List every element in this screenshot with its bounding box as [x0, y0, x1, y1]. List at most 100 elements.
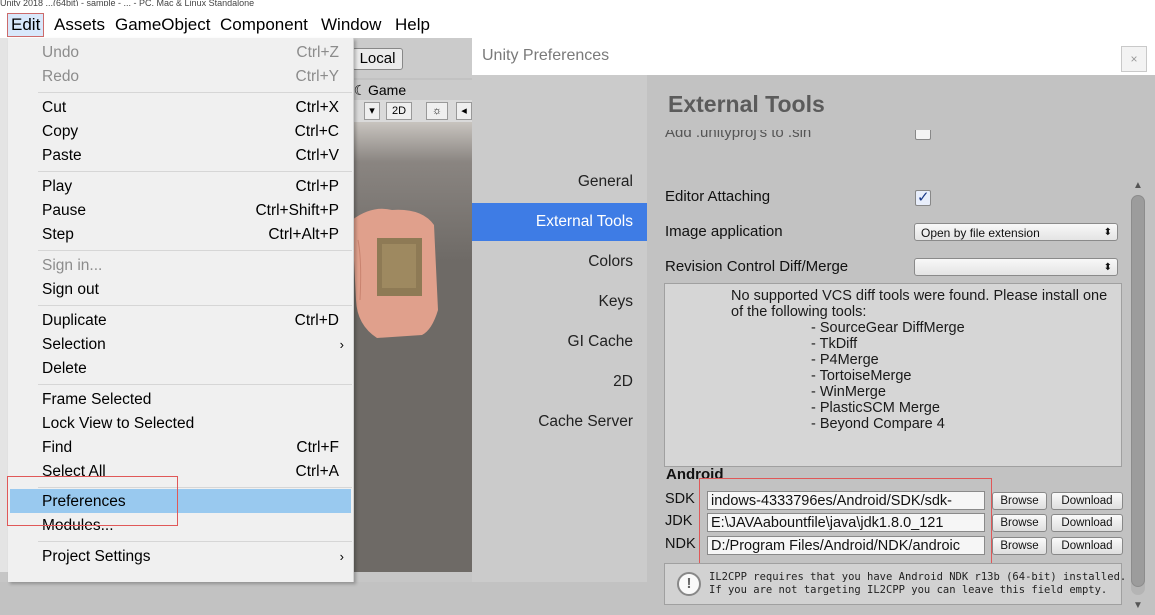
menu-item-sign-in[interactable]: Sign in...	[42, 254, 344, 278]
image-application-value: Open by file extension	[921, 226, 1040, 240]
image-application-label: Image application	[665, 223, 783, 240]
menu-separator	[38, 171, 352, 172]
image-application-dropdown[interactable]: Open by file extension ⬍	[914, 223, 1118, 241]
2d-toggle[interactable]: 2D	[386, 102, 412, 120]
character-model	[352, 208, 438, 338]
local-toggle[interactable]: Local	[352, 48, 403, 70]
undo-label: Undo	[42, 44, 80, 61]
menu-item-modules[interactable]: Modules...	[42, 514, 344, 538]
edit-menu: Undo Ctrl+Z Redo Ctrl+Y Cut Ctrl+X Copy Ctrl…	[7, 38, 354, 582]
menu-component[interactable]: Component	[220, 14, 308, 36]
play-label: Play	[42, 178, 73, 195]
jdk-browse-button[interactable]: Browse	[992, 514, 1047, 532]
vcs-tool-item: - TkDiff	[811, 336, 858, 352]
il2cpp-line-1: IL2CPP requires that you have Android ND…	[709, 571, 1127, 583]
ndk-path-field[interactable]: D:/Program Files/Android/NDK/androic	[707, 536, 985, 555]
sdk-browse-button[interactable]: Browse	[992, 492, 1047, 510]
scene-viewport[interactable]	[352, 122, 472, 582]
menu-gameobject[interactable]: GameObject	[115, 14, 210, 36]
nav-colors[interactable]: Colors	[472, 243, 647, 281]
menu-assets[interactable]: Assets	[54, 14, 105, 36]
close-icon[interactable]: ×	[1121, 46, 1147, 72]
audio-icon[interactable]: ◂	[456, 102, 472, 120]
nav-keys-label: Keys	[598, 293, 633, 310]
preferences-window: Unity Preferences × General External Too…	[472, 38, 1155, 611]
editor-attaching-checkbox[interactable]: ✓	[915, 189, 931, 206]
scroll-up-icon[interactable]: ▲	[1131, 179, 1145, 193]
nav-gi-cache[interactable]: GI Cache	[472, 323, 647, 361]
select-all-shortcut: Ctrl+A	[295, 463, 340, 480]
menu-item-play[interactable]: Play Ctrl+P	[42, 175, 344, 199]
nav-cache-server[interactable]: Cache Server	[472, 403, 647, 441]
ndk-browse-button[interactable]: Browse	[992, 537, 1047, 555]
sdk-download-button[interactable]: Download	[1051, 492, 1123, 510]
menu-item-delete[interactable]: Delete	[42, 357, 344, 381]
sdk-label: SDK	[665, 491, 695, 507]
game-icon: ☾	[353, 82, 367, 98]
menu-edit[interactable]: Edit	[7, 13, 45, 37]
checkmark-icon: ✓	[917, 189, 930, 206]
nav-general-label: General	[577, 173, 633, 190]
cut-label: Cut	[42, 99, 67, 116]
menu-item-step[interactable]: Step Ctrl+Alt+P	[42, 223, 344, 247]
menu-item-find[interactable]: Find Ctrl+F	[42, 436, 344, 460]
undo-shortcut: Ctrl+Z	[296, 44, 339, 61]
nav-keys[interactable]: Keys	[472, 283, 647, 321]
menu-item-paste[interactable]: Paste Ctrl+V	[42, 144, 344, 168]
nav-2d[interactable]: 2D	[472, 363, 647, 401]
menu-item-undo[interactable]: Undo Ctrl+Z	[42, 41, 344, 65]
redo-label: Redo	[42, 68, 80, 85]
ndk-download-button[interactable]: Download	[1051, 537, 1123, 555]
menu-item-cut[interactable]: Cut Ctrl+X	[42, 96, 344, 120]
add-unityproj-checkbox[interactable]	[915, 130, 931, 140]
menu-separator	[38, 250, 352, 251]
pause-shortcut: Ctrl+Shift+P	[255, 202, 339, 219]
paste-shortcut: Ctrl+V	[295, 147, 340, 164]
redo-shortcut: Ctrl+Y	[295, 68, 340, 85]
paste-label: Paste	[42, 147, 82, 164]
nav-gi-cache-label: GI Cache	[567, 333, 633, 350]
copy-label: Copy	[42, 123, 79, 140]
menu-item-sign-out[interactable]: Sign out	[42, 278, 344, 302]
jdk-path-field[interactable]: E:\JAVAabountfile\java\jdk1.8.0_121	[707, 513, 985, 532]
nav-external-tools[interactable]: External Tools	[472, 203, 647, 241]
external-tools-panel: External Tools Add .unityproj's to .sln …	[647, 75, 1155, 611]
jdk-download-button[interactable]: Download	[1051, 514, 1123, 532]
menu-item-project-settings[interactable]: Project Settings ›	[42, 545, 344, 569]
nav-cache-server-label: Cache Server	[538, 413, 633, 430]
scroll-down-icon[interactable]: ▼	[1131, 599, 1145, 613]
vcs-tool-item: - PlasticSCM Merge	[811, 400, 940, 416]
menu-item-duplicate[interactable]: Duplicate Ctrl+D	[42, 309, 344, 333]
menu-item-select-all[interactable]: Select All Ctrl+A	[42, 460, 344, 484]
nav-general[interactable]: General	[472, 163, 647, 201]
menubar: Unity 2018 ...(64bit) - sample - ... - P…	[0, 0, 1155, 38]
menu-item-frame-selected[interactable]: Frame Selected	[42, 388, 344, 412]
revision-control-dropdown[interactable]: ⬍	[914, 258, 1118, 276]
menu-item-preferences[interactable]: Preferences	[42, 490, 344, 514]
il2cpp-help-box: ! IL2CPP requires that you have Android …	[664, 563, 1126, 605]
scrollbar-thumb[interactable]	[1131, 195, 1145, 587]
menu-item-selection[interactable]: Selection ›	[42, 333, 344, 357]
editor-attaching-label: Editor Attaching	[665, 188, 771, 205]
sdk-path-field[interactable]: indows-4333796es/Android/SDK/sdk-	[707, 491, 985, 510]
dropdown-arrow-icon[interactable]: ▾	[364, 102, 380, 120]
vertical-scrollbar[interactable]: ▲ ▼	[1127, 175, 1149, 615]
menu-help[interactable]: Help	[395, 14, 430, 36]
menu-item-copy[interactable]: Copy Ctrl+C	[42, 120, 344, 144]
light-icon[interactable]: ☼	[426, 102, 448, 120]
tab-game[interactable]: ☾ Game	[352, 80, 472, 100]
menu-item-lock-view[interactable]: Lock View to Selected	[42, 412, 344, 436]
menu-separator	[38, 541, 352, 542]
menu-item-pause[interactable]: Pause Ctrl+Shift+P	[42, 199, 344, 223]
preferences-titlebar: Unity Preferences ×	[472, 38, 1155, 75]
tab-game-label: Game	[368, 82, 407, 98]
vcs-tool-item: - Beyond Compare 4	[811, 416, 945, 432]
select-all-label: Select All	[42, 463, 106, 480]
vcs-tool-item: - SourceGear DiffMerge	[811, 320, 965, 336]
warning-icon: !	[677, 572, 701, 596]
menu-item-redo[interactable]: Redo Ctrl+Y	[42, 65, 344, 89]
updown-arrow-icon: ⬍	[1103, 262, 1112, 273]
sign-out-label: Sign out	[42, 281, 99, 298]
sign-in-label: Sign in...	[42, 257, 103, 274]
menu-window[interactable]: Window	[321, 14, 381, 36]
